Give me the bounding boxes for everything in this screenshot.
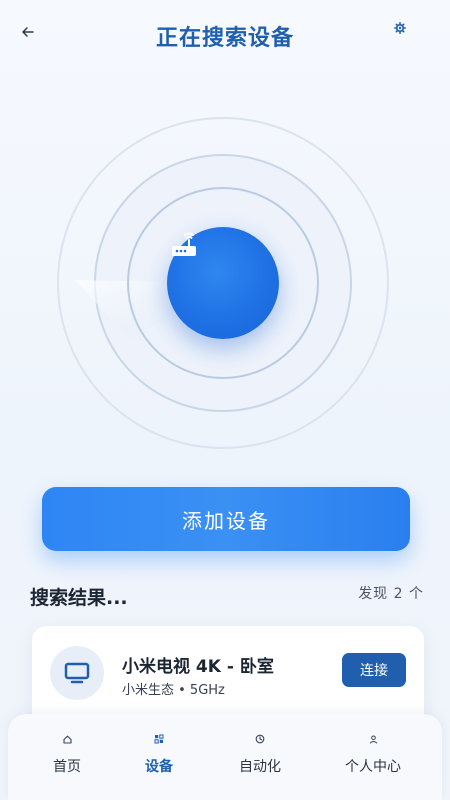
results-count: 发现 2 个 [358,586,424,602]
home-icon [62,734,72,744]
settings-button[interactable] [392,20,408,36]
bottom-nav: 首页 设备 自动化 个人中心 [8,714,442,800]
device-avatar [50,646,104,700]
tv-icon [64,662,90,684]
search-devices-screen: 正在搜索设备 添加设备 搜索结果... 发现 2 个 小米电视 4K - 卧室 … [0,0,450,800]
user-icon [368,734,378,744]
device-name: 小米电视 4K - 卧室 [122,657,274,677]
nav-label-home: 首页 [53,759,81,775]
nav-label-profile: 个人中心 [345,759,401,775]
gear-icon [394,22,406,34]
router-icon [172,232,196,256]
nav-item-profile[interactable]: 个人中心 [328,734,418,790]
nav-label-devices: 设备 [145,759,173,775]
header: 正在搜索设备 [0,0,450,70]
radar-center-button[interactable] [167,227,279,339]
page-title: 正在搜索设备 [155,26,294,51]
device-card[interactable]: 小米电视 4K - 卧室 小米生态 • 5GHz 连接 [32,626,424,726]
device-meta: 小米生态 • 5GHz [122,683,225,698]
results-heading: 搜索结果... [30,587,128,609]
add-device-button[interactable]: 添加设备 [42,487,410,551]
nav-item-automation[interactable]: 自动化 [215,734,305,790]
nav-label-automation: 自动化 [239,759,281,775]
nav-item-devices[interactable]: 设备 [114,734,204,790]
radar-scanner [0,80,450,470]
devices-icon [154,734,164,744]
connect-button[interactable]: 连接 [342,653,406,687]
clock-icon [255,734,265,744]
nav-item-home[interactable]: 首页 [22,734,112,790]
